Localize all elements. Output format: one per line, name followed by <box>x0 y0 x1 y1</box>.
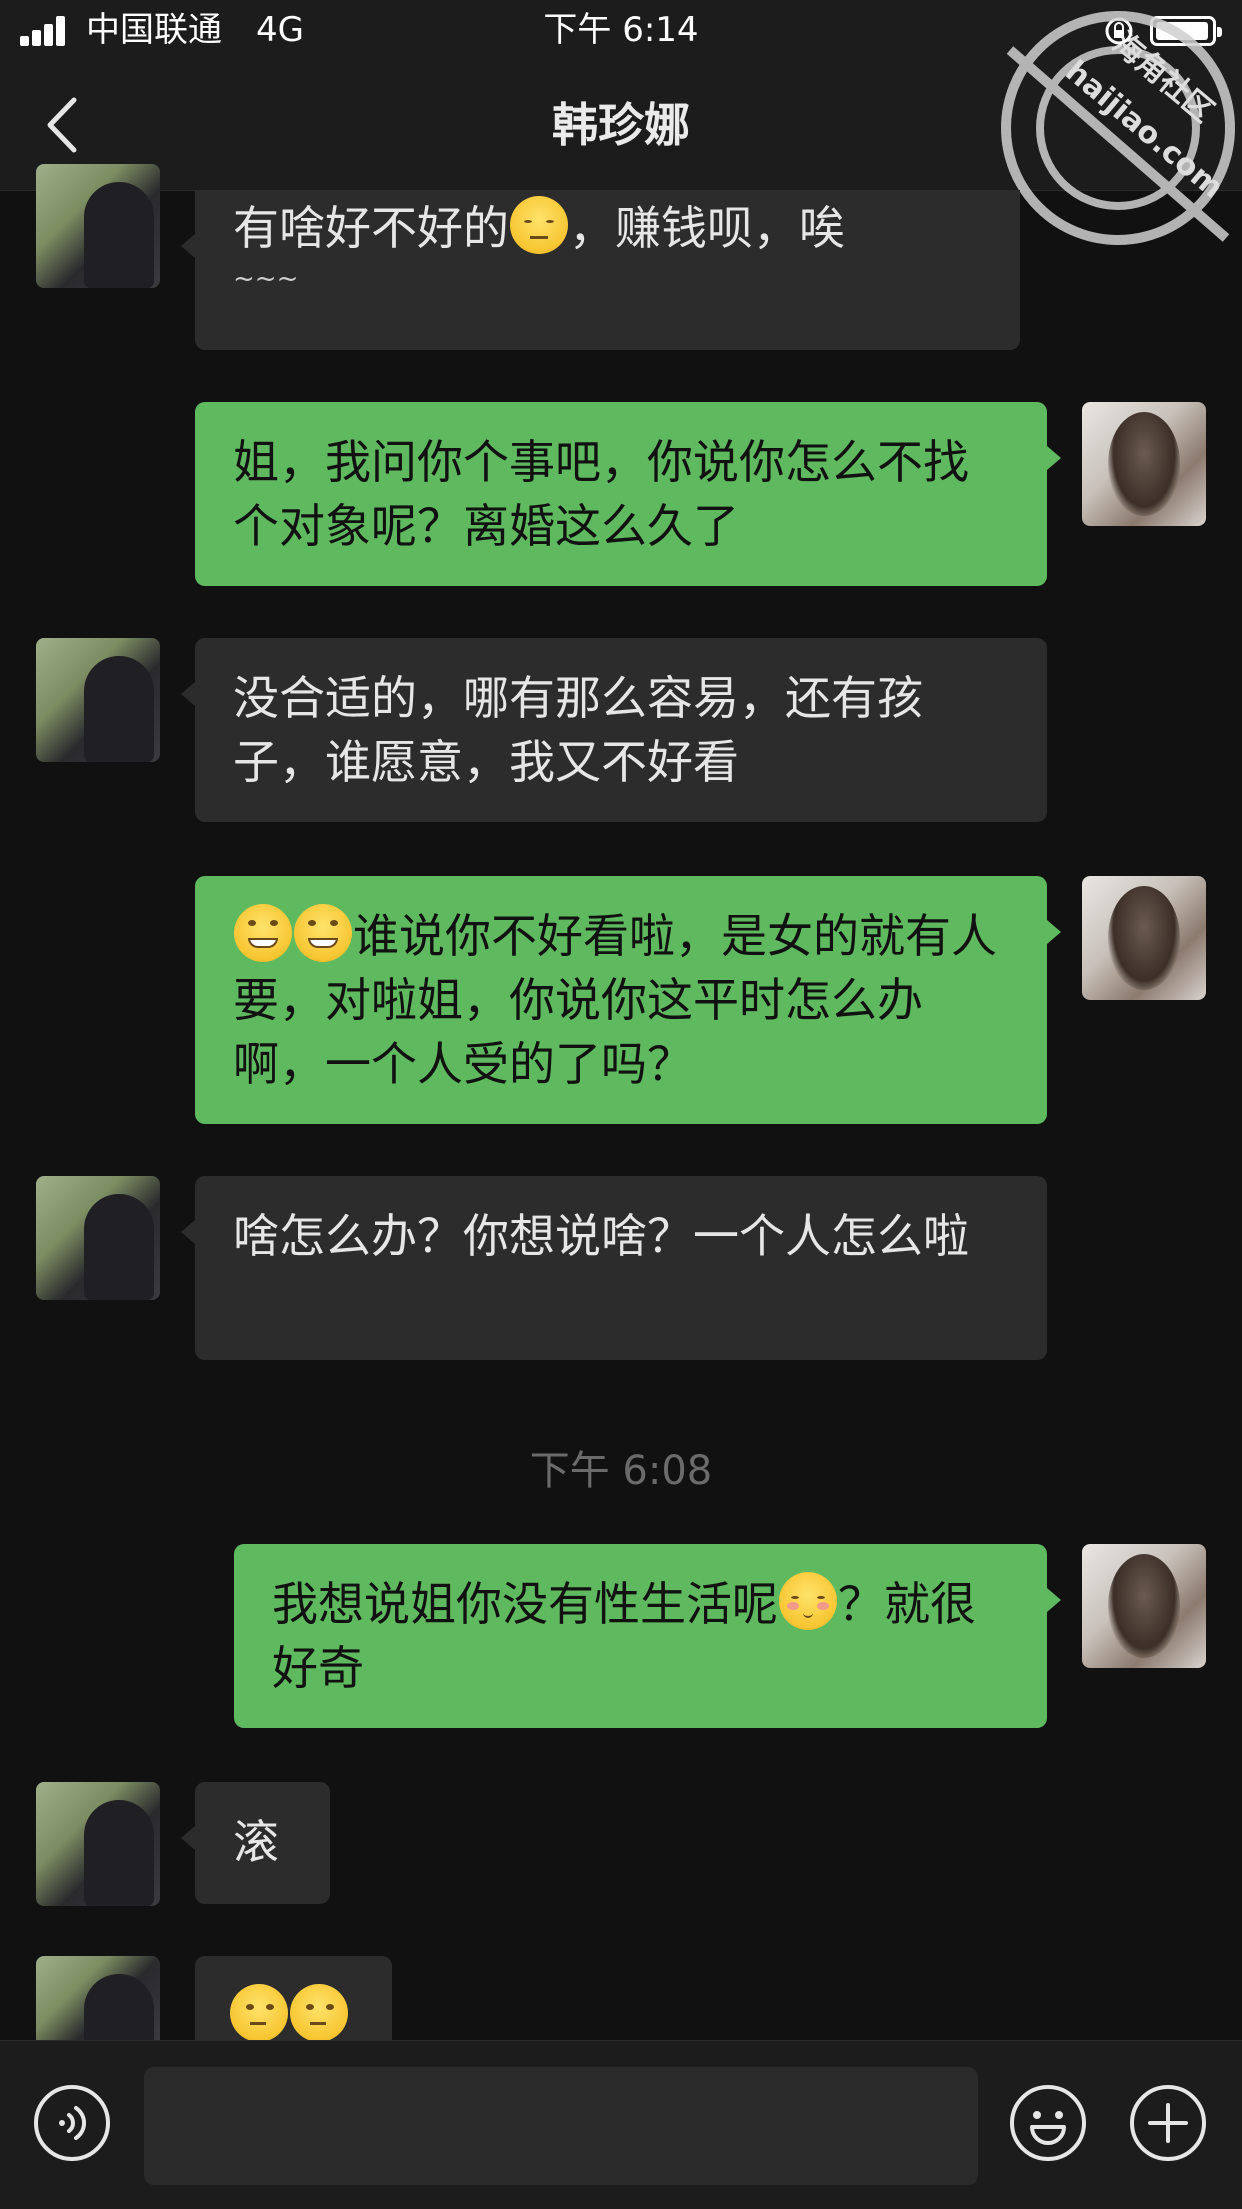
message-text: 没合适的，哪有那么容易，还有孩子，谁愿意，我又不好看 <box>233 671 923 789</box>
plus-icon[interactable] <box>1128 2083 1208 2163</box>
time-divider: 下午 6:08 <box>529 1448 713 1494</box>
contact-avatar[interactable] <box>36 164 160 288</box>
contact-avatar[interactable] <box>36 1176 160 1300</box>
contact-avatar[interactable] <box>36 638 160 762</box>
my-avatar[interactable] <box>1082 876 1206 1000</box>
message-bubble-outgoing[interactable]: 谁说你不好看啦，是女的就有人要，对啦姐，你说你这平时怎么办啊，一个人受的了吗？ <box>195 876 1061 1124</box>
message-bubble-incoming[interactable]: 滚 <box>181 1782 330 1904</box>
watermark-logo: 海角社区 haijiao.com <box>1001 11 1235 245</box>
message-text: 啥怎么办？你想说啥？一个人怎么啦 <box>233 1209 969 1263</box>
message-bubble-incoming[interactable]: 没合适的，哪有那么容易，还有孩子，谁愿意，我又不好看 <box>181 638 1047 822</box>
message-text-continued: ，赚钱呗，唉 <box>569 201 845 255</box>
thinking-face-emoji <box>230 1984 288 2040</box>
message-bubble-outgoing[interactable]: 我想说姐你没有性生活呢 ？就很好奇 <box>234 1544 1061 1728</box>
message-text: 滚 <box>233 1815 279 1869</box>
message-bubble-outgoing[interactable]: 姐，我问你个事吧，你说你怎么不找个对象呢？离婚这么久了 <box>195 402 1061 586</box>
voice-icon[interactable] <box>32 2083 112 2163</box>
message-text: 我想说姐你没有性生活呢 <box>272 1577 778 1631</box>
embarrassed-face-emoji <box>779 1572 837 1630</box>
message-input-bar <box>0 2040 1242 2209</box>
message-bubble-incoming[interactable]: 啥怎么办？你想说啥？一个人怎么啦 <box>181 1176 1047 1360</box>
thinking-face-emoji <box>290 1984 348 2040</box>
grinning-face-emoji <box>294 904 352 962</box>
emoji-icon[interactable] <box>1008 2083 1088 2163</box>
message-decoration: ~~~ <box>233 264 299 294</box>
message-bubble-incoming[interactable] <box>195 1956 392 2040</box>
contact-avatar[interactable] <box>36 1956 160 2040</box>
grinning-face-emoji <box>234 904 292 962</box>
pensive-face-emoji <box>510 196 568 254</box>
message-bubble-incoming[interactable]: 有啥好不好的 ，赚钱呗，唉 ~~~ <box>181 190 1020 350</box>
contact-avatar[interactable] <box>36 1782 160 1906</box>
my-avatar[interactable] <box>1082 402 1206 526</box>
message-input[interactable] <box>144 2067 978 2185</box>
message-text: 姐，我问你个事吧，你说你怎么不找个对象呢？离婚这么久了 <box>233 435 969 553</box>
message-text: 有啥好不好的 <box>233 201 509 255</box>
my-avatar[interactable] <box>1082 1544 1206 1668</box>
